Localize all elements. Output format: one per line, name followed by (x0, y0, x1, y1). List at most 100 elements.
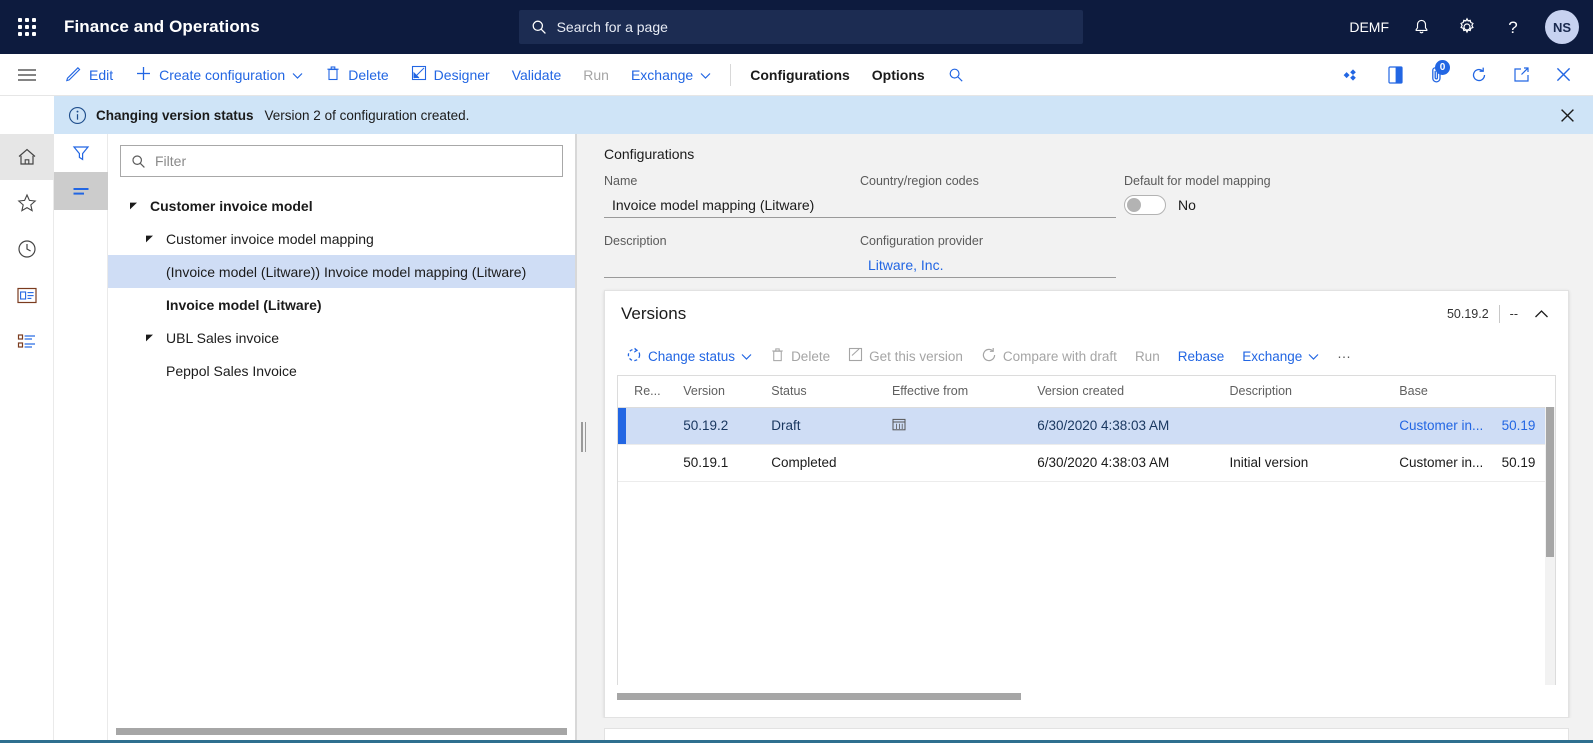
workspaces-icon[interactable] (0, 272, 54, 318)
validate-button[interactable]: Validate (501, 54, 573, 96)
close-icon[interactable] (1553, 101, 1581, 129)
table-row[interactable]: 50.19.2 Draft 6/30/2020 4:38:0 (618, 407, 1555, 444)
create-configuration-button[interactable]: Create configuration (124, 54, 314, 96)
lines-view-icon[interactable] (54, 172, 108, 210)
col-description[interactable]: Description (1221, 376, 1391, 407)
open-in-new-window-icon[interactable] (1501, 54, 1541, 96)
cell-status[interactable]: Completed (763, 444, 884, 481)
refresh-icon[interactable] (1459, 54, 1499, 96)
table-row[interactable]: 50.19.1 Completed 6/30/2020 4:38:03 AM I… (618, 444, 1555, 481)
trash-icon (325, 65, 341, 85)
tree-horizontal-scrollbar-track[interactable] (108, 726, 575, 740)
description-label: Description (604, 234, 860, 248)
company-selector[interactable]: DEMF (1341, 0, 1397, 54)
cell-version-created[interactable]: 6/30/2020 4:38:03 AM (1029, 444, 1221, 481)
configuration-provider-value[interactable]: Litware, Inc. (860, 252, 1116, 278)
tree-node-customer-invoice-model-mapping[interactable]: Customer invoice model mapping (108, 222, 575, 255)
col-re[interactable]: Re... (626, 376, 675, 407)
star-favorites-icon[interactable] (0, 180, 54, 226)
message-bar-title: Changing version status (96, 108, 254, 123)
description-input[interactable] (604, 252, 860, 278)
cell-version[interactable]: 50.19.1 (675, 444, 763, 481)
tree-node-invoice-model-mapping-litware[interactable]: (Invoice model (Litware)) Invoice model … (108, 255, 575, 288)
versions-overflow-button[interactable]: ··· (1328, 337, 1360, 375)
app-launcher-icon[interactable] (0, 0, 54, 54)
exchange-button[interactable]: Exchange (620, 54, 722, 96)
tab-configurations[interactable]: Configurations (739, 54, 861, 96)
country-region-codes-input[interactable] (860, 192, 1116, 218)
delete-label: Delete (348, 67, 388, 83)
hamburger-menu-icon[interactable] (0, 54, 54, 96)
cell-status[interactable]: Draft (763, 407, 884, 444)
col-version-created[interactable]: Version created (1029, 376, 1221, 407)
share-icon[interactable] (1333, 54, 1373, 96)
cell-effective-from[interactable] (884, 444, 1029, 481)
tree-node-peppol-sales-invoice[interactable]: Peppol Sales Invoice (108, 354, 575, 387)
attachment-icon[interactable]: 0 (1417, 54, 1457, 96)
col-effective-from[interactable]: Effective from (884, 376, 1029, 407)
name-input[interactable]: Invoice model mapping (Litware) (604, 192, 860, 218)
versions-horizontal-scrollbar-track[interactable] (605, 685, 1568, 707)
expanded-caret-icon[interactable] (142, 234, 156, 243)
expanded-caret-icon[interactable] (126, 201, 140, 210)
tree-horizontal-scrollbar-thumb[interactable] (116, 728, 567, 735)
calendar-icon[interactable] (892, 417, 906, 434)
tree-node-label: UBL Sales invoice (166, 330, 279, 346)
tree-node-invoice-model-litware[interactable]: Invoice model (Litware) (108, 288, 575, 321)
edit-label: Edit (89, 67, 113, 83)
plus-icon (135, 65, 152, 85)
expanded-caret-icon[interactable] (142, 333, 156, 342)
navigation-rail (0, 134, 54, 740)
cell-description[interactable]: Initial version (1221, 444, 1391, 481)
get-this-version-button: Get this version (839, 337, 972, 375)
col-status[interactable]: Status (763, 376, 884, 407)
global-search-area: Search for a page (260, 10, 1341, 44)
search-icon[interactable] (936, 54, 976, 96)
tab-options[interactable]: Options (861, 54, 936, 96)
clock-recent-icon[interactable] (0, 226, 54, 272)
cell-effective-from[interactable] (884, 407, 1029, 444)
app-title: Finance and Operations (64, 17, 260, 37)
avatar[interactable]: NS (1545, 10, 1579, 44)
col-extra (1494, 376, 1555, 407)
sidebar-item-home[interactable] (0, 134, 54, 180)
default-for-model-mapping-toggle[interactable] (1124, 195, 1166, 215)
delete-button[interactable]: Delete (314, 54, 399, 96)
versions-horizontal-scrollbar-thumb[interactable] (617, 693, 1021, 700)
designer-button[interactable]: Designer (400, 54, 501, 96)
search-icon (131, 154, 146, 169)
cell-version-created[interactable]: 6/30/2020 4:38:03 AM (1029, 407, 1221, 444)
tree-node-customer-invoice-model[interactable]: Customer invoice model (108, 189, 575, 222)
designer-label: Designer (434, 67, 490, 83)
versions-vertical-scrollbar-thumb[interactable] (1546, 407, 1554, 557)
versions-exchange-button[interactable]: Exchange (1233, 337, 1328, 375)
description-field-group: Description (604, 234, 860, 278)
cell-base[interactable]: Customer in... (1391, 444, 1493, 481)
panel-splitter[interactable] (576, 134, 590, 740)
office-app-icon[interactable] (1375, 54, 1415, 96)
cell-re[interactable] (626, 444, 675, 481)
rebase-button[interactable]: Rebase (1169, 337, 1234, 375)
close-icon[interactable] (1543, 54, 1583, 96)
message-bar-text: Version 2 of configuration created. (265, 108, 470, 123)
tree-node-label: (Invoice model (Litware)) Invoice model … (166, 264, 526, 280)
gear-icon[interactable] (1445, 0, 1489, 54)
modules-list-icon[interactable] (0, 318, 54, 364)
search-input[interactable]: Search for a page (519, 10, 1083, 44)
bell-icon[interactable] (1399, 0, 1443, 54)
col-version[interactable]: Version (675, 376, 763, 407)
filter-icon[interactable] (54, 134, 108, 172)
edit-button[interactable]: Edit (54, 54, 124, 96)
tree-node-ubl-sales-invoice[interactable]: UBL Sales invoice (108, 321, 575, 354)
filter-input[interactable]: Filter (120, 145, 563, 177)
cell-base[interactable]: Customer in... (1391, 407, 1493, 444)
col-base[interactable]: Base (1391, 376, 1493, 407)
versions-vertical-scrollbar-track[interactable] (1545, 407, 1555, 685)
cell-re[interactable] (626, 407, 675, 444)
cell-version[interactable]: 50.19.2 (675, 407, 763, 444)
chevron-up-icon[interactable] (1528, 301, 1554, 327)
change-status-button[interactable]: Change status (617, 337, 761, 375)
cell-description[interactable] (1221, 407, 1391, 444)
validate-label: Validate (512, 67, 562, 83)
question-mark-icon[interactable]: ? (1491, 0, 1535, 54)
